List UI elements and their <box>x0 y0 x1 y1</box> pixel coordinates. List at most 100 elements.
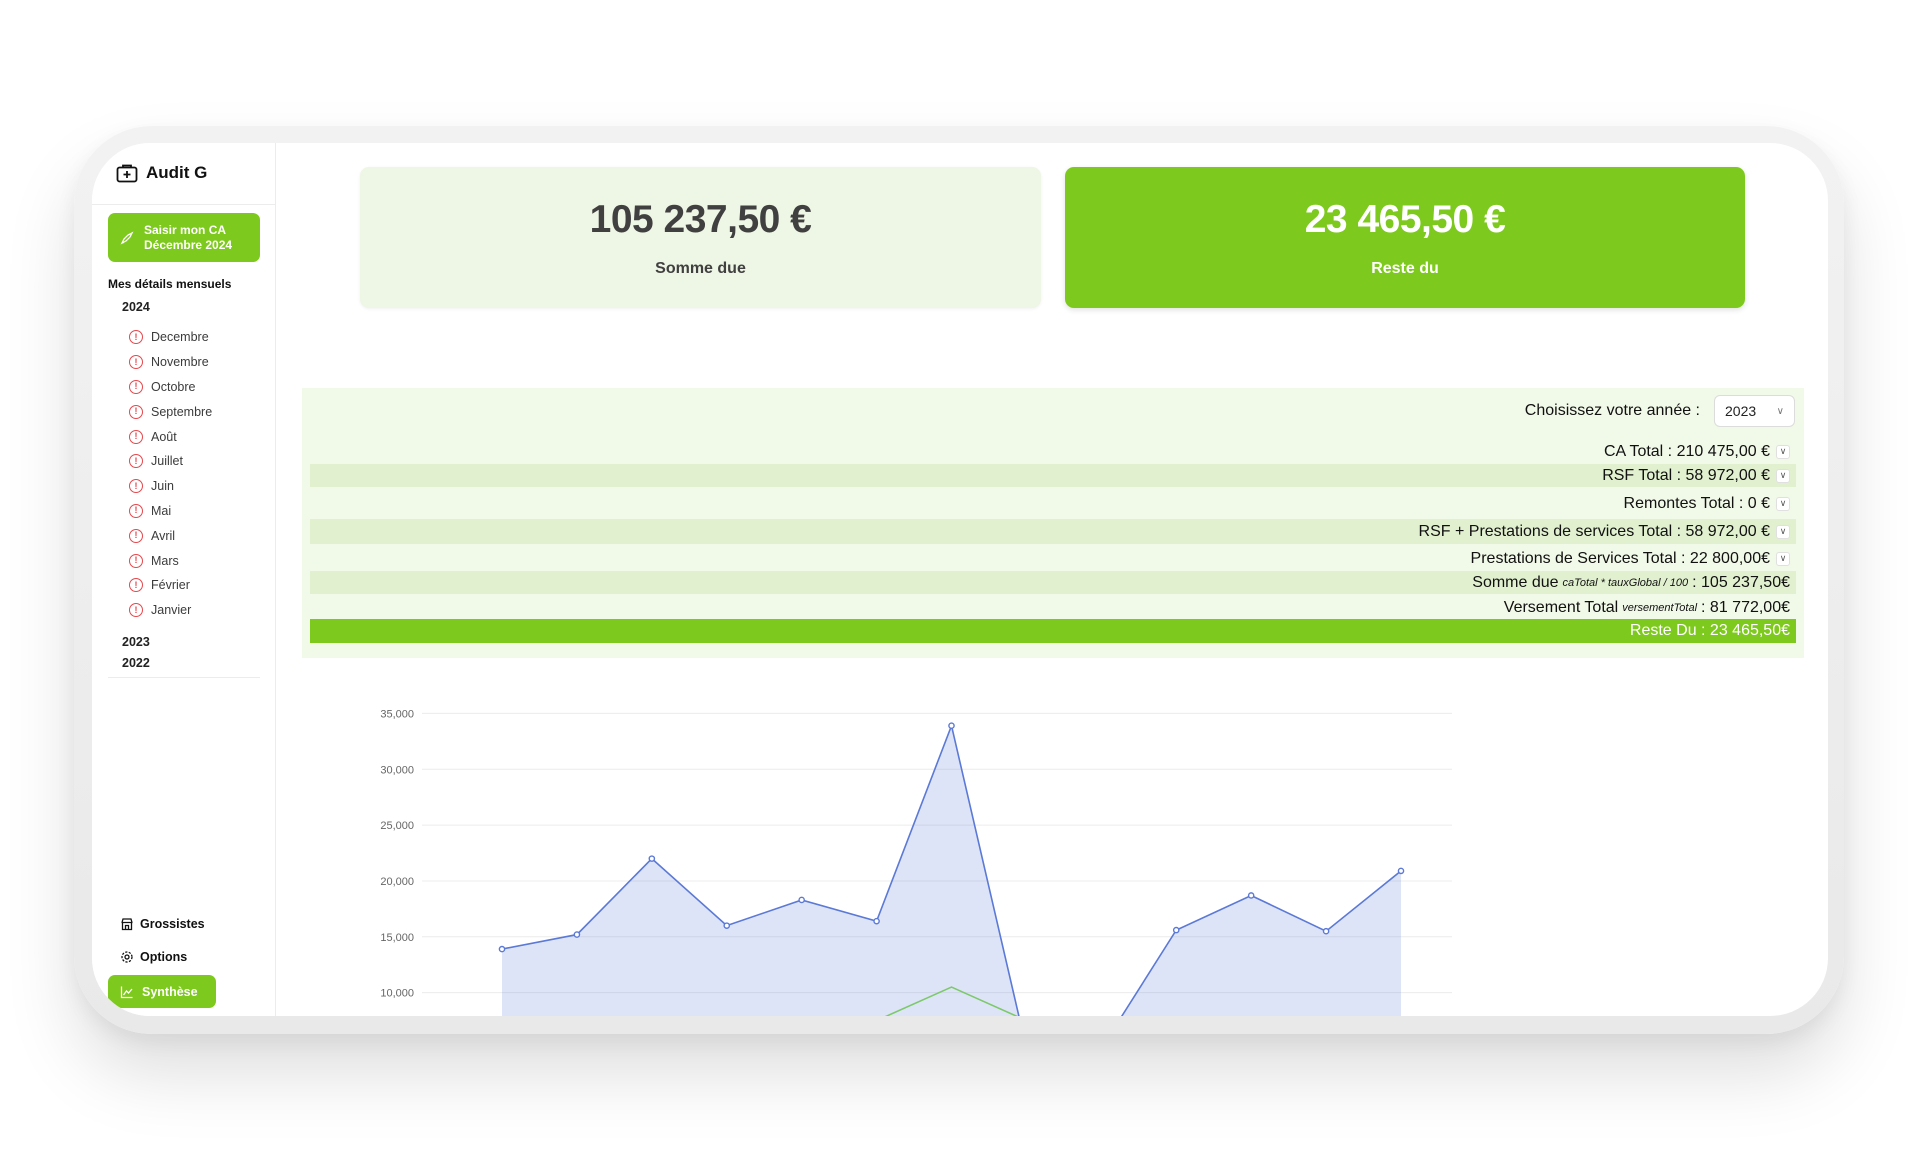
alert-icon: ! <box>129 578 143 593</box>
row-somme-due: Somme due caTotal * tauxGlobal / 100 : 1… <box>310 571 1796 594</box>
data-point[interactable] <box>1172 926 1180 934</box>
data-point[interactable] <box>873 917 880 925</box>
chevron-down-icon[interactable]: ∨ <box>1776 468 1790 483</box>
row-rsf-total[interactable]: RSF Total : 58 972,00 € ∨ <box>310 464 1796 487</box>
month-label: Avril <box>151 528 176 543</box>
alert-icon: ! <box>129 404 143 419</box>
row-versement-value: : 81 772,00€ <box>1701 598 1790 616</box>
nav-synthese-label: Synthèse <box>142 984 198 999</box>
row-somme-due-value: : 105 237,50€ <box>1692 573 1790 591</box>
month-item[interactable]: ! Septembre <box>129 399 212 424</box>
somme-due-label: Somme due <box>655 259 746 277</box>
alert-icon: ! <box>129 429 143 444</box>
month-item[interactable]: ! Octobre <box>129 375 212 400</box>
row-versement-formula: versementTotal <box>1622 601 1698 614</box>
row-versement-total: Versement Total versementTotal : 81 772,… <box>310 596 1796 619</box>
nav-grossistes-label: Grossistes <box>140 917 205 931</box>
month-item[interactable]: ! Juin <box>129 474 212 499</box>
year-2024[interactable]: 2024 <box>122 300 150 314</box>
row-reste-du: Reste Du : 23 465,50€ <box>310 619 1796 643</box>
year-picker: Choisissez votre année : 2023 ∨ <box>1525 388 1804 434</box>
month-item[interactable]: ! Novembre <box>129 350 212 375</box>
data-point[interactable] <box>498 945 506 953</box>
month-label: Août <box>151 429 177 444</box>
alert-icon: ! <box>129 553 143 568</box>
chevron-down-icon[interactable]: ∨ <box>1776 551 1790 566</box>
row-prestations-total-text: Prestations de Services Total : 22 800,0… <box>1470 549 1770 567</box>
month-item[interactable]: ! Août <box>129 424 212 449</box>
gear-icon <box>121 951 133 963</box>
year-select[interactable]: 2023 ∨ <box>1714 395 1795 427</box>
cta-line-1: Saisir mon CA <box>144 222 227 237</box>
month-item[interactable]: ! Avril <box>129 523 212 548</box>
chevron-down-icon[interactable]: ∨ <box>1776 444 1790 459</box>
month-item[interactable]: ! Decembre <box>129 325 212 350</box>
data-point[interactable] <box>723 922 731 929</box>
month-item[interactable]: ! Février <box>129 573 212 598</box>
month-label: Decembre <box>151 330 209 345</box>
y-tick-label: 15,000 <box>380 932 414 944</box>
month-item[interactable]: ! Mars <box>129 548 212 573</box>
month-list: ! Decembre ! Novembre ! Octobre ! Septembre … <box>129 325 212 623</box>
monthly-details-title: Mes détails mensuels <box>108 277 232 291</box>
brand[interactable]: Audit G <box>116 163 207 183</box>
nav-options-label: Options <box>140 950 188 964</box>
alert-icon: ! <box>129 479 143 494</box>
reste-du-amount: 23 465,50 € <box>1304 197 1506 241</box>
nav-grossistes[interactable]: Grossistes <box>120 917 205 931</box>
alert-icon: ! <box>129 379 143 394</box>
row-rsf-prestations-total[interactable]: RSF + Prestations de services Total : 58… <box>310 519 1796 544</box>
month-label: Octobre <box>151 379 196 394</box>
y-tick-label: 10,000 <box>380 988 414 1000</box>
chart-icon <box>120 986 133 998</box>
month-label: Septembre <box>151 404 213 419</box>
year-select-value: 2023 <box>1725 403 1757 419</box>
data-point[interactable] <box>1247 892 1255 899</box>
reste-du-card: 23 465,50 € Reste du <box>1065 167 1745 308</box>
data-point[interactable] <box>648 855 656 862</box>
data-point[interactable] <box>1397 867 1405 875</box>
month-label: Juin <box>151 479 174 494</box>
month-label: Février <box>151 578 190 593</box>
month-item[interactable]: ! Juillet <box>129 449 212 474</box>
year-2022[interactable]: 2022 <box>122 656 150 670</box>
annual-summary: Choisissez votre année : 2023 ∨ CA Total… <box>302 388 1804 658</box>
month-item[interactable]: ! Mai <box>129 499 212 524</box>
chevron-down-icon[interactable]: ∨ <box>1776 524 1790 539</box>
row-somme-due-prefix: Somme due <box>1472 573 1559 591</box>
data-point[interactable] <box>948 722 955 729</box>
data-point[interactable] <box>1322 927 1330 935</box>
month-item[interactable]: ! Janvier <box>129 598 212 623</box>
month-label: Mai <box>151 503 172 518</box>
nav-synthese[interactable]: Synthèse <box>108 975 216 1008</box>
data-point[interactable] <box>573 931 581 938</box>
month-label: Janvier <box>151 603 192 618</box>
year-picker-label: Choisissez votre année : <box>1524 402 1700 419</box>
chevron-down-icon: ∨ <box>1776 405 1784 417</box>
row-versement-prefix: Versement Total <box>1503 598 1619 616</box>
revenue-chart: 35,000 30,000 25,000 20,000 15,000 10,000 <box>380 708 1452 1016</box>
alert-icon: ! <box>129 454 143 469</box>
app-title: Audit G <box>146 163 208 182</box>
row-ca-total-text: CA Total : 210 475,00 € <box>1603 442 1770 460</box>
alert-icon: ! <box>129 330 143 345</box>
reste-du-label: Reste du <box>1371 259 1439 277</box>
month-label: Juillet <box>151 454 183 469</box>
row-prestations-total[interactable]: Prestations de Services Total : 22 800,0… <box>310 547 1796 570</box>
enter-revenue-label: Saisir mon CA Décembre 2024 <box>144 223 232 253</box>
chevron-down-icon[interactable]: ∨ <box>1776 496 1790 511</box>
nav-options[interactable]: Options <box>120 950 187 964</box>
sidebar-divider <box>108 677 260 678</box>
year-2023[interactable]: 2023 <box>122 635 150 649</box>
row-remontes-total[interactable]: Remontes Total : 0 € ∨ <box>310 492 1796 515</box>
row-ca-total[interactable]: CA Total : 210 475,00 € ∨ <box>310 440 1796 463</box>
month-label: Mars <box>151 553 179 568</box>
data-point[interactable] <box>798 896 805 904</box>
app-window: Audit G Saisir mon CA Décembre 2024 Mes … <box>92 143 1828 1016</box>
enter-revenue-button[interactable]: Saisir mon CA Décembre 2024 <box>108 213 260 262</box>
chart-series <box>498 722 1405 1016</box>
cta-line-2: Décembre 2024 <box>144 237 233 252</box>
row-rsf-total-text: RSF Total : 58 972,00 € <box>1602 466 1770 484</box>
alert-icon: ! <box>129 355 143 370</box>
rocket-icon <box>120 231 134 244</box>
